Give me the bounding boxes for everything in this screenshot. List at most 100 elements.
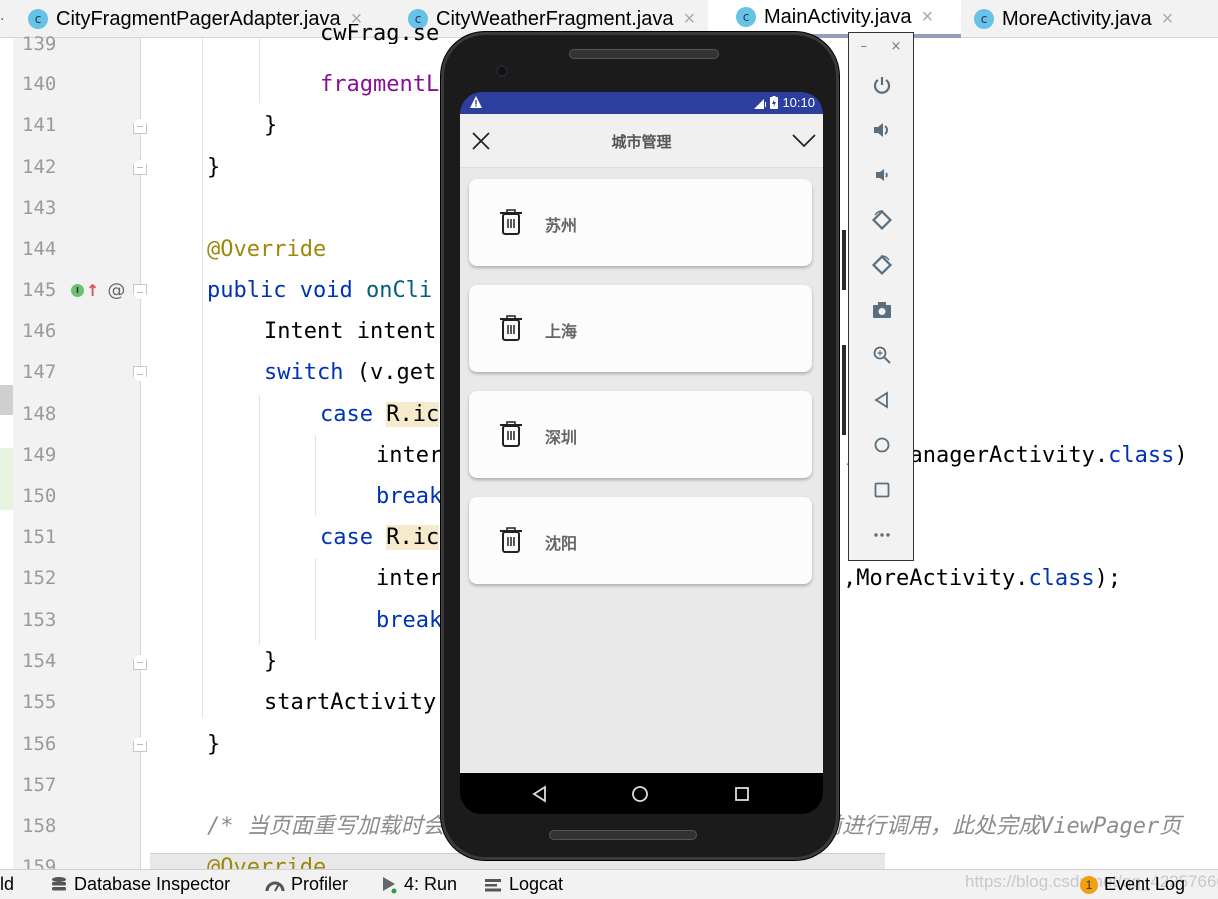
code-text: ,MoreActivity. [843, 566, 1029, 591]
line-number: 148 [22, 403, 57, 425]
line-number: 153 [22, 609, 57, 631]
indent-guide [259, 395, 260, 645]
overview-icon [874, 482, 890, 498]
code-line: Intent intent [264, 319, 437, 344]
status-time: 10:10 [782, 95, 815, 110]
line-number: 146 [22, 320, 57, 342]
code-line: } [207, 155, 221, 180]
city-card[interactable]: 沈阳 [469, 497, 812, 584]
event-count-badge: 1 [1080, 875, 1098, 894]
status-bar: 10:10 [460, 92, 823, 114]
code-line: break [376, 608, 443, 633]
city-name: 苏州 [545, 216, 578, 235]
logcat-button[interactable]: Logcat [485, 874, 563, 895]
line-number: 150 [22, 485, 57, 507]
logcat-icon [485, 878, 501, 891]
implements-icon[interactable]: I [71, 284, 84, 297]
earpiece-speaker [569, 49, 719, 59]
code-line: @Override [207, 855, 327, 869]
minimize-button[interactable]: – [861, 39, 868, 54]
back-button[interactable] [870, 388, 894, 412]
power-icon [873, 77, 891, 94]
annotation-icon[interactable]: @ [107, 280, 125, 301]
more-button[interactable] [870, 523, 894, 547]
tool-window-bar: ld Database Inspector Profiler 4: Run Lo… [0, 869, 1218, 899]
volume-up-icon [874, 123, 888, 137]
device-side-button[interactable] [842, 345, 846, 435]
close-icon[interactable]: × [1162, 8, 1174, 31]
line-number: 149 [22, 444, 57, 466]
indent-guide [202, 38, 203, 718]
line-number: 144 [22, 238, 57, 260]
code-keyword: class [1028, 566, 1095, 591]
home-icon[interactable] [631, 785, 649, 803]
city-name: 深圳 [545, 428, 578, 447]
back-icon [874, 391, 888, 409]
code-editor[interactable]: cwFrag.se fragmentL } } @Override public… [0, 0, 1188, 839]
rotate-right-icon [871, 254, 893, 276]
tool-label: ld [0, 874, 15, 894]
override-arrow-icon[interactable]: ↑ [86, 281, 99, 300]
rotate-left-icon [871, 209, 893, 231]
code-line: } [207, 732, 221, 757]
check-icon[interactable] [791, 132, 817, 150]
tab-label: MainActivity.java [764, 5, 912, 28]
recents-icon[interactable] [733, 785, 751, 803]
code-comment: /* 当页面重写加载时会 [207, 814, 445, 839]
trash-icon[interactable] [499, 209, 523, 235]
code-keyword: case [320, 402, 373, 427]
tab-moreactivity[interactable]: c MoreActivity.java × [946, 0, 1173, 38]
database-inspector-button[interactable]: Database Inspector [50, 874, 230, 895]
code-highlight: R.ic [386, 525, 440, 550]
home-icon [874, 437, 890, 453]
close-button[interactable]: × [890, 39, 901, 54]
home-button[interactable] [870, 433, 894, 457]
city-card[interactable]: 上海 [469, 285, 812, 372]
zoom-button[interactable] [870, 343, 894, 367]
event-log-button[interactable]: 1 Event Log [1080, 874, 1185, 895]
overview-button[interactable] [870, 478, 894, 502]
device-screen[interactable]: 10:10 城市管理 苏州 上海 深圳 沈阳 [460, 92, 823, 814]
trash-icon[interactable] [499, 527, 523, 553]
code-line: ,MoreActivity.class); [843, 558, 1121, 599]
line-number: 147 [22, 361, 57, 383]
indent-guide [315, 558, 316, 640]
code-keyword: class [1108, 443, 1175, 468]
screenshot-button[interactable] [870, 298, 894, 322]
line-number: 154 [22, 650, 57, 672]
back-icon[interactable] [531, 785, 549, 803]
code-comment: 前进行调用，此处完成ViewPager页 [820, 814, 1182, 839]
city-list: 苏州 上海 深圳 沈阳 [460, 168, 823, 773]
build-tool-partial[interactable]: ld [0, 874, 14, 895]
trash-icon[interactable] [499, 315, 523, 341]
code-line: cwFrag.se [320, 24, 440, 44]
device-side-button[interactable] [842, 230, 846, 290]
city-card[interactable]: 深圳 [469, 391, 812, 478]
tab-label: CityFragmentPagerAdapter.java [56, 7, 341, 30]
zoom-icon [873, 346, 891, 364]
close-icon[interactable]: × [921, 6, 933, 29]
profiler-button[interactable]: Profiler [265, 874, 348, 895]
run-button[interactable]: 4: Run [382, 874, 457, 895]
database-icon [52, 876, 66, 890]
code-line: inter [376, 443, 443, 468]
line-number: 155 [22, 691, 57, 713]
power-button[interactable] [870, 73, 894, 97]
code-text: ) [1174, 443, 1188, 468]
app-bar: 城市管理 [460, 114, 823, 168]
rotate-right-button[interactable] [870, 253, 894, 277]
tool-label: Profiler [291, 874, 349, 894]
class-icon: c [736, 7, 756, 27]
line-number: 143 [22, 197, 57, 219]
trash-icon[interactable] [499, 421, 523, 447]
city-card[interactable]: 苏州 [469, 179, 812, 266]
rotate-left-button[interactable] [870, 208, 894, 232]
line-number: 145 [22, 279, 57, 301]
code-line: switch (v.get [264, 352, 436, 393]
line-number: 139 [22, 33, 57, 55]
volume-down-button[interactable] [870, 163, 894, 187]
tool-label: 4: Run [404, 874, 458, 894]
volume-up-button[interactable] [870, 118, 894, 142]
more-icon [874, 533, 890, 537]
close-icon[interactable]: × [684, 8, 696, 31]
